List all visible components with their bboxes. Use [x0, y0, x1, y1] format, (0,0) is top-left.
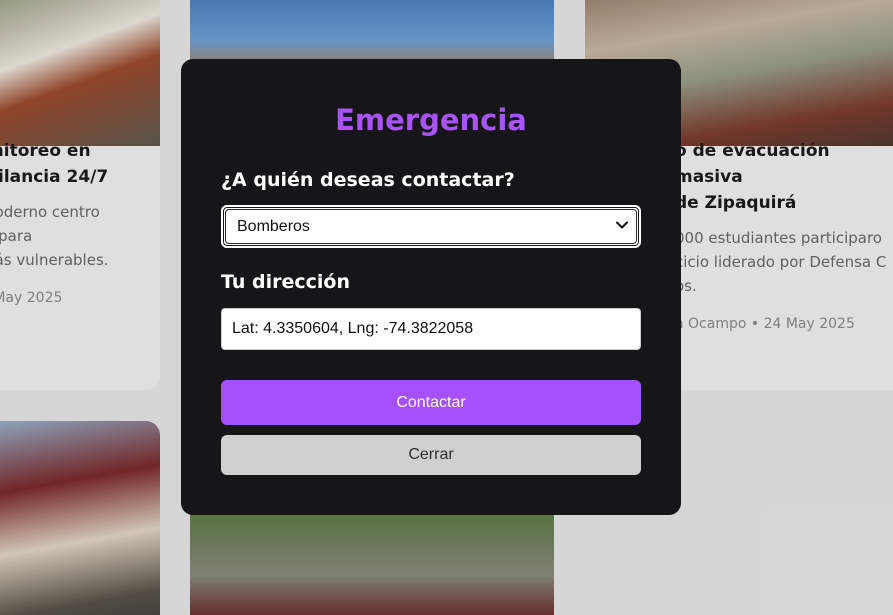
address-input[interactable]: Lat: 4.3350604, Lng: -74.3822058	[221, 308, 641, 350]
page: onitoreo en igilancia 24/7 moderno centr…	[0, 0, 893, 615]
close-button[interactable]: Cerrar	[221, 435, 641, 475]
contact-button[interactable]: Contactar	[221, 380, 641, 425]
contact-label: ¿A quién deseas contactar?	[221, 169, 515, 191]
modal-title: Emergencia	[335, 103, 527, 137]
contact-select-value: Bomberos	[237, 218, 310, 235]
contact-select[interactable]: Bomberos	[221, 205, 641, 248]
emergency-modal: Emergencia ¿A quién deseas contactar? Bo…	[181, 59, 681, 515]
chevron-down-icon	[616, 221, 628, 229]
address-label: Tu dirección	[221, 271, 351, 293]
address-input-value: Lat: 4.3350604, Lng: -74.3822058	[232, 320, 474, 337]
